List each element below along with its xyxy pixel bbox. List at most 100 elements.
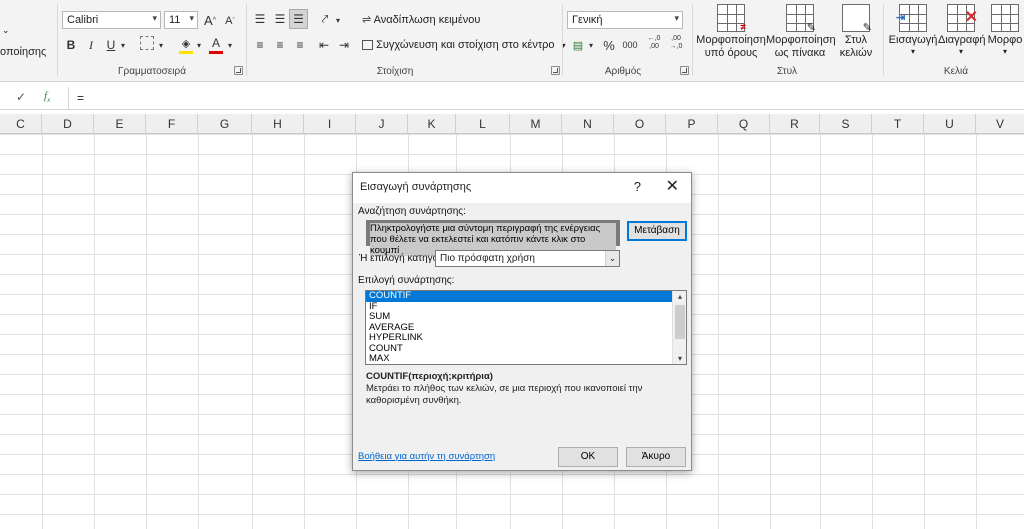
increase-decimal-button[interactable]: ←,0 ,00: [644, 33, 664, 53]
column-header[interactable]: G: [198, 114, 252, 134]
chevron-down-icon[interactable]: ▾: [587, 35, 595, 55]
align-center-icon[interactable]: ≡: [272, 35, 288, 55]
percent-style-button[interactable]: %: [602, 35, 616, 55]
format-as-table-icon: ✎: [786, 4, 816, 34]
category-select[interactable]: Πιο πρόσφατη χρήση ⌄: [435, 250, 620, 267]
merge-center-button[interactable]: Συγχώνευση και στοίχιση στο κέντρο ▾: [362, 39, 566, 51]
gridline: [146, 134, 147, 529]
ok-button[interactable]: ΟΚ: [558, 447, 618, 467]
decrease-font-size-button[interactable]: Aˇ: [222, 11, 238, 31]
column-header[interactable]: H: [252, 114, 304, 134]
chevron-down-icon[interactable]: ▾: [226, 35, 234, 55]
increase-indent-icon[interactable]: ⇥: [336, 35, 352, 55]
format-as-table-label: Μορφοποίηση ως πίνακα: [766, 34, 836, 59]
function-list[interactable]: COUNTIF IF SUM AVERAGE HYPERLINK COUNT M…: [365, 290, 687, 365]
font-family-combo[interactable]: Calibri ▾: [62, 11, 161, 29]
orientation-icon[interactable]: ⤤: [316, 9, 334, 29]
bold-button[interactable]: B: [64, 35, 78, 55]
italic-button[interactable]: I: [84, 35, 98, 55]
help-button[interactable]: ?: [634, 179, 641, 194]
column-header[interactable]: P: [666, 114, 718, 134]
format-cells-button[interactable]: Μορφο ▾: [986, 4, 1024, 56]
go-button[interactable]: Μετάβαση: [627, 221, 687, 241]
cancel-button[interactable]: Άκυρο: [626, 447, 686, 467]
list-scrollbar[interactable]: ▴ ▾: [672, 291, 686, 364]
number-format-combo[interactable]: Γενική ▾: [567, 11, 683, 29]
function-icon[interactable]: fx: [44, 90, 50, 104]
delete-cells-button[interactable]: ✕ Διαγραφή ▾: [938, 4, 986, 56]
column-header[interactable]: L: [456, 114, 510, 134]
column-header[interactable]: K: [408, 114, 456, 134]
formula-input[interactable]: =: [68, 87, 1024, 109]
function-help-link[interactable]: Βοήθεια για αυτήν τη συνάρτηση: [358, 451, 495, 462]
insert-function-dialog: Εισαγωγή συνάρτησης ? ✕ Αναζήτηση συνάρτ…: [352, 172, 692, 471]
column-header[interactable]: V: [976, 114, 1024, 134]
list-item[interactable]: SUM: [366, 311, 672, 323]
partial-chevron-icon: ⌄: [2, 25, 10, 35]
column-header[interactable]: F: [146, 114, 198, 134]
underline-button[interactable]: U: [104, 35, 118, 55]
column-header[interactable]: M: [510, 114, 562, 134]
list-item[interactable]: HYPERLINK: [366, 332, 672, 344]
comma-style-button[interactable]: 000: [620, 35, 640, 55]
chevron-down-icon[interactable]: ▾: [673, 354, 686, 363]
list-item[interactable]: MAX: [366, 353, 672, 364]
formula-bar: ✓ fx =: [0, 86, 1024, 110]
chevron-down-icon[interactable]: ▾: [157, 35, 165, 55]
alignment-dialog-launcher-icon[interactable]: [551, 66, 560, 75]
scrollbar-thumb[interactable]: [675, 305, 685, 339]
align-right-icon[interactable]: ≡: [292, 35, 308, 55]
decrease-decimal-button[interactable]: ,00 →,0: [666, 33, 686, 53]
checkmark-icon[interactable]: ✓: [16, 90, 26, 104]
align-top-icon[interactable]: ☰: [252, 9, 268, 29]
chevron-down-icon: ▾: [674, 13, 679, 23]
column-header[interactable]: Q: [718, 114, 770, 134]
decrease-indent-icon[interactable]: ⇤: [316, 35, 332, 55]
font-color-swatch: [209, 51, 223, 54]
column-header[interactable]: U: [924, 114, 976, 134]
cell-styles-button[interactable]: ✎ Στυλ κελιών: [834, 4, 878, 60]
column-header[interactable]: S: [820, 114, 872, 134]
align-left-icon[interactable]: ≡: [252, 35, 268, 55]
format-cells-icon: [991, 4, 1019, 32]
fill-color-button[interactable]: ◈: [178, 33, 194, 53]
align-middle-icon[interactable]: ☰: [272, 9, 288, 29]
wrap-text-label: Αναδίπλωση κειμένου: [373, 14, 481, 26]
column-header[interactable]: R: [770, 114, 820, 134]
borders-icon[interactable]: [140, 36, 154, 50]
column-header[interactable]: I: [304, 114, 356, 134]
partial-button-label[interactable]: οποίησης: [0, 46, 46, 58]
list-item[interactable]: COUNTIF: [366, 291, 672, 302]
number-dialog-launcher-icon[interactable]: [680, 66, 689, 75]
column-header[interactable]: N: [562, 114, 614, 134]
chevron-down-icon: ⌄: [605, 251, 619, 266]
font-size-combo[interactable]: 11 ▾: [164, 11, 198, 29]
wrap-text-button[interactable]: ⇌ Αναδίπλωση κειμένου: [362, 13, 480, 26]
font-color-button[interactable]: A: [209, 33, 223, 53]
search-function-input[interactable]: Πληκτρολογήστε μια σύντομη περιγραφή της…: [366, 220, 620, 256]
conditional-formatting-icon: ≠: [717, 4, 746, 33]
column-header[interactable]: D: [42, 114, 94, 134]
align-bottom-icon[interactable]: ☰: [289, 9, 308, 29]
column-header[interactable]: E: [94, 114, 146, 134]
search-function-label: Αναζήτηση συνάρτησης:: [358, 206, 466, 217]
column-header[interactable]: C: [0, 114, 42, 134]
accounting-format-icon[interactable]: ▤: [570, 35, 586, 55]
wrap-text-icon: ⇌: [362, 14, 372, 26]
increase-font-size-button[interactable]: A ^: [202, 10, 218, 30]
font-dialog-launcher-icon[interactable]: [234, 66, 243, 75]
list-item[interactable]: IF: [366, 301, 672, 313]
conditional-formatting-button[interactable]: ≠ Μορφοποίηση υπό όρους: [696, 4, 766, 60]
close-icon[interactable]: ✕: [666, 176, 679, 196]
chevron-down-icon[interactable]: ▾: [195, 35, 203, 55]
column-header[interactable]: T: [872, 114, 924, 134]
column-header[interactable]: O: [614, 114, 666, 134]
format-cells-label: Μορφο: [987, 34, 1023, 46]
list-item[interactable]: COUNT: [366, 343, 672, 355]
insert-cells-button[interactable]: ⇥ Εισαγωγή ▾: [888, 4, 938, 56]
column-header[interactable]: J: [356, 114, 408, 134]
chevron-down-icon[interactable]: ▾: [334, 10, 342, 30]
format-as-table-button[interactable]: ✎ Μορφοποίηση ως πίνακα: [766, 4, 836, 60]
chevron-up-icon[interactable]: ▴: [673, 292, 686, 301]
chevron-down-icon[interactable]: ▾: [119, 35, 127, 55]
